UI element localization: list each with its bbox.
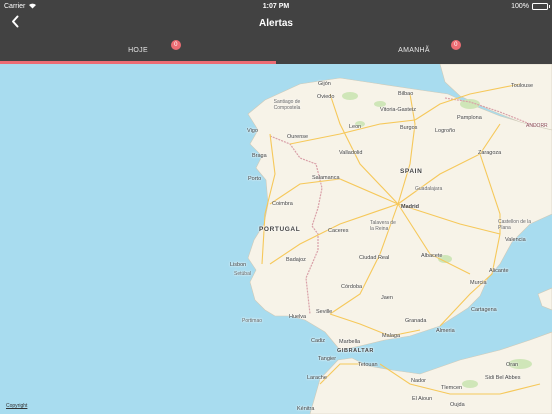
map-label-nador: Nador <box>411 378 426 384</box>
map-label-santiago: Santiago de Compostela <box>273 99 301 111</box>
map-label-zaragoza: Zaragoza <box>478 150 502 156</box>
map-label-spain: SPAIN <box>400 168 423 175</box>
map-label-bilbao: Bilbao <box>398 91 414 97</box>
battery-percent: 100% <box>511 2 529 10</box>
tab-hoje-badge: 0 <box>171 40 181 50</box>
mallorca-land <box>537 287 552 311</box>
map-label-oujda: Oujda <box>450 402 465 408</box>
map-copyright-link[interactable]: Copyright <box>6 403 27 409</box>
map-label-setubal: Setúbal <box>234 271 251 277</box>
tab-bar: HOJE 0 AMANHÃ 0 <box>0 36 552 64</box>
page-title: Alertas <box>259 18 293 29</box>
map-label-alicante: Alicante <box>489 268 509 274</box>
map-label-vitoria: Vitoria-Gasteiz <box>380 107 416 113</box>
battery-icon <box>532 2 550 10</box>
map-label-cadiz: Cadiz <box>311 338 326 344</box>
map-label-vigo: Vigo <box>247 128 258 134</box>
map-label-logrono: Logroño <box>435 128 456 134</box>
map-label-portugal: PORTUGAL <box>259 226 301 233</box>
status-time: 1:07 PM <box>262 2 290 10</box>
map-label-ciudad-real: Ciudad Real <box>359 255 390 261</box>
navigation-bar: Alertas <box>0 12 552 36</box>
status-right: 100% <box>511 2 550 10</box>
map-label-kenitra: Kénitra <box>297 406 315 412</box>
map-label-marbella: Marbella <box>339 339 361 345</box>
tab-amanha-badge: 0 <box>451 40 461 50</box>
map-label-almeria: Almeria <box>436 328 455 334</box>
carrier-label: Carrier <box>4 2 26 10</box>
map-label-albacete: Albacete <box>421 253 443 259</box>
map-label-tetouan: Tetouan <box>358 362 378 368</box>
map-label-tlemcen: Tlemcen <box>441 385 463 391</box>
map-label-coimbra: Coimbra <box>272 201 293 207</box>
map-label-el-aioun: El Aioun <box>412 396 433 402</box>
map-label-granada: Granada <box>405 318 427 324</box>
map-label-andorra: ANDORR <box>526 123 548 129</box>
map-label-larache: Larache <box>307 375 327 381</box>
map-label-toulouse: Toulouse <box>511 83 534 89</box>
map-label-burgos: Burgos <box>400 125 418 131</box>
wifi-icon <box>28 2 37 11</box>
map-label-seville: Seville <box>316 309 333 315</box>
map-label-porto: Porto <box>248 176 262 182</box>
map-label-huelva: Huelva <box>289 314 307 320</box>
map-label-pamplona: Pamplona <box>457 115 482 121</box>
map-label-oran: Oran <box>506 362 519 368</box>
map-label-salamanca: Salamanca <box>312 175 340 181</box>
status-bar: Carrier 1:07 PM 100% <box>0 0 552 12</box>
map-label-leon: Leon <box>349 124 362 130</box>
map-label-tangier: Tangier <box>318 356 337 362</box>
tab-amanha-label: AMANHÃ <box>398 46 430 54</box>
map-view[interactable]: Gijón Oviedo Bilbao Toulouse Santiago de… <box>0 64 552 414</box>
map-label-valladolid: Valladolid <box>339 150 363 156</box>
map-label-madrid: Madrid <box>401 204 420 210</box>
map-label-gibraltar: GIBRALTAR <box>337 348 374 354</box>
tab-hoje[interactable]: HOJE 0 <box>0 36 276 64</box>
map-label-guadalajara: Guadalajara <box>415 186 443 192</box>
map-label-caceres: Caceres <box>328 228 349 234</box>
map-label-braga: Braga <box>252 153 267 159</box>
map-label-malaga: Malaga <box>382 333 401 339</box>
map-label-sidi-bel-abbes: Sidi Bel Abbes <box>485 375 521 381</box>
map-label-cartagena: Cartagena <box>471 307 497 313</box>
map-label-lisbon: Lisbon <box>230 262 247 268</box>
status-left: Carrier <box>4 2 37 11</box>
map-label-jaen: Jaen <box>381 295 393 301</box>
map-label-talavera: Talavera de la Reina <box>370 220 396 232</box>
map-label-valencia: Valencia <box>505 237 526 243</box>
map-label-murcia: Murcia <box>470 280 487 286</box>
tab-amanha[interactable]: AMANHÃ 0 <box>276 36 552 64</box>
map-label-portimao: Portimao <box>242 318 263 324</box>
map-label-oviedo: Oviedo <box>317 94 335 100</box>
map-label-gijon: Gijón <box>318 81 331 87</box>
tab-hoje-label: HOJE <box>128 46 148 54</box>
map-label-ourense: Ourense <box>287 134 309 140</box>
map-label-cordoba: Córdoba <box>341 284 363 290</box>
map-label-castellon: Castellon de la Plana <box>498 219 532 231</box>
iberia-land <box>247 77 552 351</box>
map-label-badajoz: Badajoz <box>286 257 306 263</box>
